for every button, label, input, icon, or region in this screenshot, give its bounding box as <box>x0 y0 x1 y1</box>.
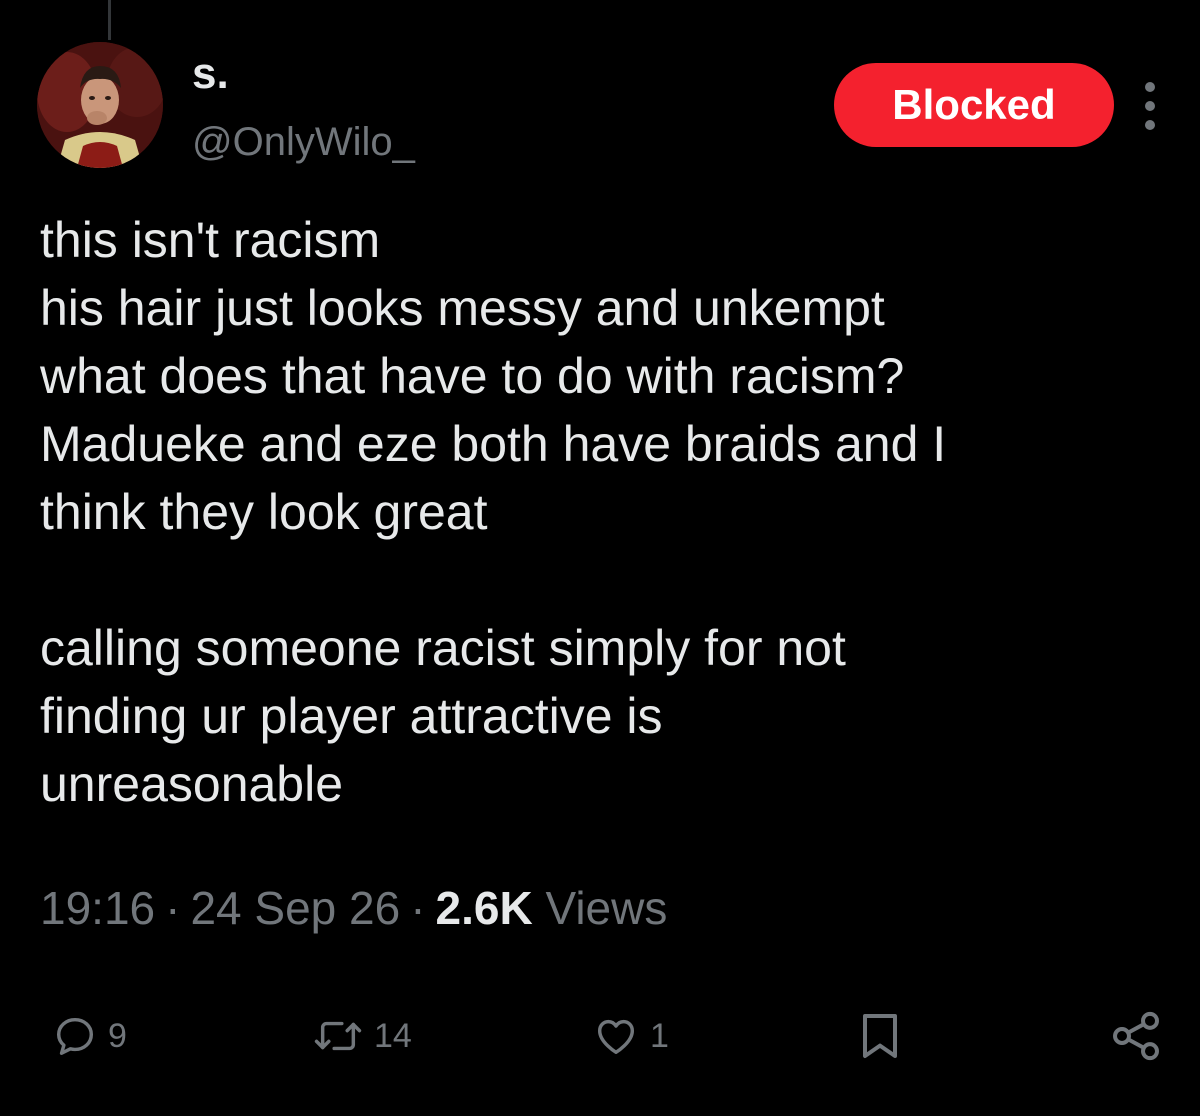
more-dot <box>1145 120 1155 130</box>
paragraph-break <box>40 546 1160 614</box>
tweet-text-line: what does that have to do with racism? <box>40 348 905 404</box>
blocked-button[interactable]: Blocked <box>834 63 1114 147</box>
tweet-date[interactable]: 24 Sep 26 <box>190 882 400 934</box>
more-vertical-icon[interactable] <box>1138 82 1162 130</box>
author-handle[interactable]: @OnlyWilo_ <box>192 122 415 162</box>
views-label[interactable]: Views <box>545 882 667 934</box>
like-button[interactable]: 1 <box>592 1000 669 1072</box>
tweet-text-line: finding ur player attractive is <box>40 688 663 744</box>
views-count[interactable]: 2.6K <box>436 882 533 934</box>
tweet-text-line: Madueke and eze both have braids and I <box>40 416 947 472</box>
tweet-text-line: his hair just looks messy and unkempt <box>40 280 885 336</box>
like-count: 1 <box>650 1016 669 1055</box>
repost-icon <box>314 1021 362 1051</box>
avatar-image <box>37 42 163 168</box>
tweet-text-line: calling someone racist simply for not <box>40 620 846 676</box>
tweet-meta: 19:16 · 24 Sep 26 · 2.6K Views <box>40 880 667 936</box>
reply-icon <box>56 1017 94 1055</box>
tweet-text-line: think they look great <box>40 484 488 540</box>
tweet-time[interactable]: 19:16 <box>40 882 155 934</box>
tweet-actions-bar: 9 14 1 <box>0 1000 1200 1072</box>
bookmark-button[interactable] <box>858 1000 902 1072</box>
tweet-text-line: this isn't racism <box>40 212 381 268</box>
repost-button[interactable]: 14 <box>312 1000 412 1072</box>
heart-icon <box>597 1019 635 1055</box>
thread-connector-line <box>108 0 111 40</box>
more-dot <box>1145 82 1155 92</box>
repost-count: 14 <box>374 1016 412 1055</box>
share-button[interactable] <box>1108 1000 1164 1072</box>
author-display-name[interactable]: s. <box>192 52 229 96</box>
reply-count: 9 <box>108 1016 127 1055</box>
tweet-text-line: unreasonable <box>40 756 344 812</box>
reply-button[interactable]: 9 <box>52 1000 127 1072</box>
tweet-text: this isn't racism his hair just looks me… <box>40 206 1160 818</box>
avatar[interactable] <box>37 42 163 168</box>
meta-separator: · <box>410 882 426 934</box>
share-icon <box>1113 1011 1159 1061</box>
meta-separator: · <box>165 882 181 934</box>
bookmark-icon <box>863 1014 897 1058</box>
more-dot <box>1145 101 1155 111</box>
